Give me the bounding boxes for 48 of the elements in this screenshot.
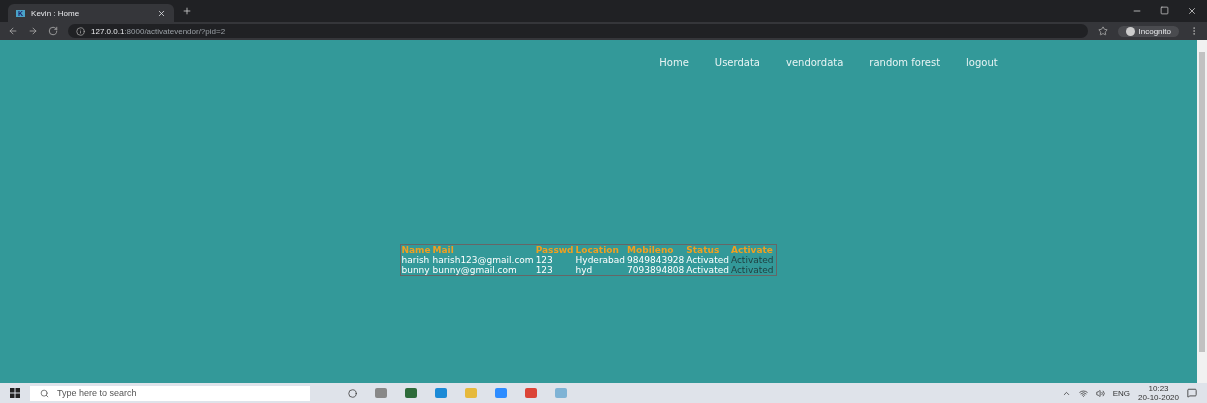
network-icon[interactable] [1078, 388, 1088, 398]
address-bar[interactable]: 127.0.0.1:8000/activatevendor/?pid=2 [68, 24, 1088, 38]
activate-link[interactable]: Activated [730, 255, 777, 265]
table-cell: bunny [400, 265, 433, 276]
table-cell-text: 9849843928 [627, 255, 686, 265]
table-cell: harish123@gmail.com [432, 255, 536, 265]
maximize-icon[interactable] [1160, 6, 1169, 15]
column-header: Status [686, 244, 731, 255]
language-indicator[interactable]: ENG [1112, 388, 1131, 398]
nav-link[interactable]: logout [966, 57, 998, 68]
table-cell: bunny@gmail.com [432, 265, 536, 276]
table-cell: Activated [686, 255, 731, 265]
nav-link[interactable]: Home [659, 57, 689, 68]
table-cell-text: 7093894808 [627, 265, 686, 276]
column-header: Location [575, 244, 628, 255]
table-cell-text: Hyderabad [575, 255, 627, 265]
search-field[interactable]: Type here to search [30, 385, 310, 401]
windows-icon[interactable] [10, 388, 20, 398]
speaker-icon[interactable] [1095, 388, 1105, 398]
clock-time: 10:23 [1148, 384, 1169, 393]
table-cell: 123 [535, 265, 576, 276]
column-header: Name [400, 244, 433, 255]
table-cell: 123 [535, 255, 576, 265]
circle-icon[interactable] [348, 388, 357, 398]
table-cell: harish [400, 255, 433, 265]
table-cell: Activated [686, 265, 731, 276]
tab-title: Kevin : Home [31, 8, 80, 18]
table-cell: hyd [575, 265, 628, 276]
notification-icon[interactable] [1187, 388, 1197, 398]
column-header: Mail [432, 244, 536, 255]
search-icon [40, 388, 49, 398]
nav-link[interactable]: Userdata [714, 57, 760, 68]
profile-button[interactable]: Incognito [1117, 25, 1179, 37]
back-icon[interactable] [8, 26, 18, 36]
nav-link[interactable]: random forest [869, 57, 941, 68]
column-header: Mobileno [627, 244, 687, 255]
scrollbar[interactable] [1197, 40, 1207, 383]
close-icon[interactable] [1187, 6, 1197, 16]
column-header: Passwd [535, 244, 576, 255]
activate-link[interactable]: Activated [730, 265, 777, 276]
nav-link[interactable]: vendordata [785, 57, 844, 68]
clock-date: 20-10-2020 [1138, 393, 1179, 402]
forward-icon[interactable] [28, 26, 38, 36]
column-header: Activate [730, 244, 777, 255]
close-icon[interactable] [157, 8, 166, 18]
new-tab-icon[interactable] [182, 6, 192, 16]
reload-icon[interactable] [48, 26, 58, 36]
star-icon[interactable] [1097, 26, 1108, 36]
